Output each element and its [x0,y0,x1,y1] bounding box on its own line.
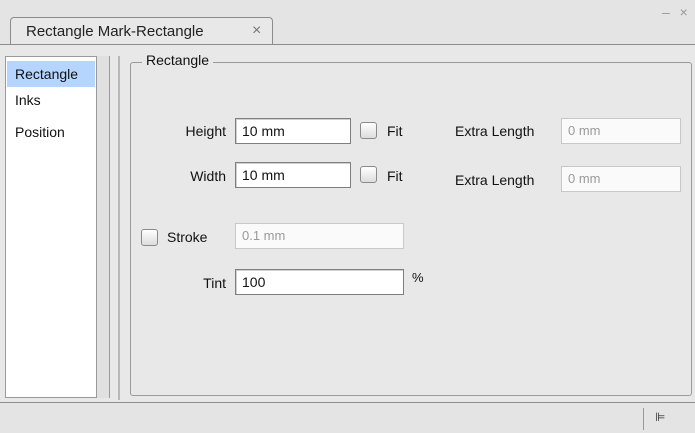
width-extra-length-field[interactable]: 0 mm [561,166,681,192]
width-fit-checkbox[interactable] [360,166,377,183]
status-bar: ⊫ [0,402,695,433]
tint-unit: % [412,270,424,285]
height-fit-label: Fit [387,123,403,139]
width-label: Width [190,168,226,184]
window-controls[interactable]: – × [662,4,691,20]
tint-label: Tint [203,275,226,291]
close-icon[interactable]: × [252,22,261,40]
flyout-menu-icon[interactable]: ⊫ [655,410,665,424]
sidebar-item-position[interactable]: Position [7,119,95,145]
stroke-checkbox[interactable] [141,229,158,246]
sidebar-item-rectangle[interactable]: Rectangle [7,61,95,87]
status-separator [643,408,644,430]
height-extra-length-label: Extra Length [455,123,535,139]
height-fit-checkbox[interactable] [360,122,377,139]
tint-field[interactable]: 100 [235,269,404,295]
height-label: Height [185,123,226,139]
width-field[interactable]: 10 mm [235,162,351,188]
rectangle-group [130,62,692,396]
stroke-label: Stroke [167,229,208,245]
stroke-field[interactable]: 0.1 mm [235,223,404,249]
width-extra-length-label: Extra Length [455,172,535,188]
panel-tab[interactable]: Rectangle Mark-Rectangle × [10,17,273,45]
pane-divider[interactable] [118,56,120,400]
sidebar-item-inks[interactable]: Inks [7,87,95,113]
width-fit-label: Fit [387,168,403,184]
height-extra-length-field[interactable]: 0 mm [561,118,681,144]
tab-title: Rectangle Mark-Rectangle [26,23,204,40]
sidebar-scrollbar[interactable] [97,56,110,398]
sidebar: Rectangle Inks Position [5,56,97,398]
height-field[interactable]: 10 mm [235,118,351,144]
group-title: Rectangle [142,52,214,68]
